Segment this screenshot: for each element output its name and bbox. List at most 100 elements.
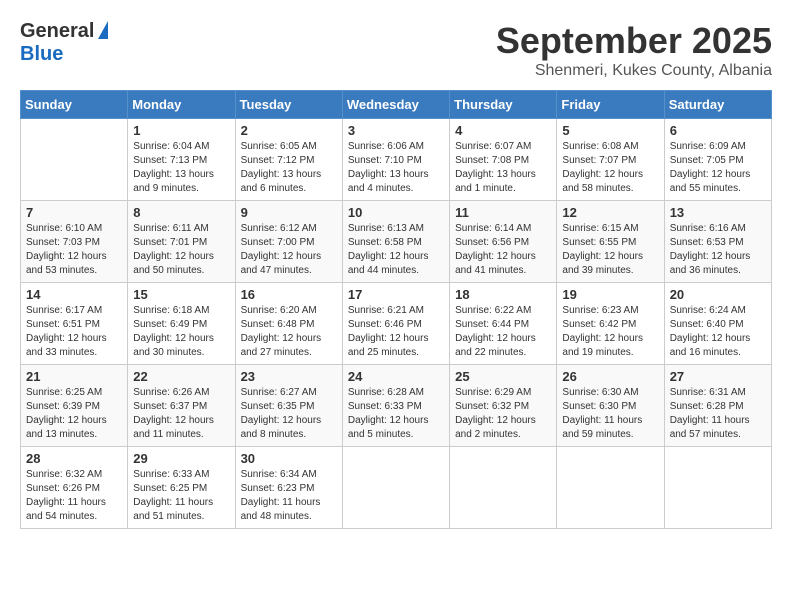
day-number: 18 [455,287,551,302]
day-info: Sunrise: 6:16 AM Sunset: 6:53 PM Dayligh… [670,222,766,278]
day-number: 13 [670,205,766,220]
day-number: 8 [133,205,229,220]
day-number: 3 [348,123,444,138]
calendar-cell: 11 Sunrise: 6:14 AM Sunset: 6:56 PM Dayli… [450,201,557,283]
calendar-cell: 15Sunrise: 6:18 AM Sunset: 6:49 PM Dayli… [128,283,235,365]
day-info: Sunrise: 6:31 AM Sunset: 6:28 PM Dayligh… [670,386,766,442]
day-info: Sunrise: 6:12 AM Sunset: 7:00 PM Dayligh… [241,222,337,278]
weekday-header-wednesday: Wednesday [342,91,449,119]
day-number: 24 [348,369,444,384]
day-number: 28 [26,451,122,466]
day-info: Sunrise: 6:25 AM Sunset: 6:39 PM Dayligh… [26,386,122,442]
day-number: 19 [562,287,658,302]
day-number: 26 [562,369,658,384]
day-number: 27 [670,369,766,384]
calendar-cell: 24 Sunrise: 6:28 AM Sunset: 6:33 PM Dayli… [342,365,449,447]
weekday-header-monday: Monday [128,91,235,119]
day-number: 20 [670,287,766,302]
calendar-week-row: 14Sunrise: 6:17 AM Sunset: 6:51 PM Dayli… [21,283,772,365]
calendar-cell: 28 Sunrise: 6:32 AM Sunset: 6:26 PM Dayli… [21,447,128,529]
calendar-table: SundayMondayTuesdayWednesdayThursdayFrid… [20,90,772,529]
day-number: 21 [26,369,122,384]
day-info: Sunrise: 6:29 AM Sunset: 6:32 PM Dayligh… [455,386,551,442]
day-number: 4 [455,123,551,138]
day-info: Sunrise: 6:30 AM Sunset: 6:30 PM Dayligh… [562,386,658,442]
day-number: 30 [241,451,337,466]
day-number: 25 [455,369,551,384]
calendar-cell: 9Sunrise: 6:12 AM Sunset: 7:00 PM Daylig… [235,201,342,283]
logo-triangle-icon [98,21,108,39]
calendar-cell: 18 Sunrise: 6:22 AM Sunset: 6:44 PM Dayli… [450,283,557,365]
calendar-cell: 10Sunrise: 6:13 AM Sunset: 6:58 PM Dayli… [342,201,449,283]
calendar-cell: 29 Sunrise: 6:33 AM Sunset: 6:25 PM Dayli… [128,447,235,529]
weekday-header-thursday: Thursday [450,91,557,119]
day-info: Sunrise: 6:28 AM Sunset: 6:33 PM Dayligh… [348,386,444,442]
day-info: Sunrise: 6:15 AM Sunset: 6:55 PM Dayligh… [562,222,658,278]
day-info: Sunrise: 6:33 AM Sunset: 6:25 PM Dayligh… [133,468,229,524]
day-number: 5 [562,123,658,138]
calendar-cell: 22 Sunrise: 6:26 AM Sunset: 6:37 PM Dayli… [128,365,235,447]
calendar-week-row: 7Sunrise: 6:10 AM Sunset: 7:03 PM Daylig… [21,201,772,283]
page-header: General Blue September 2025 Shenmeri, Ku… [20,20,772,80]
day-number: 11 [455,205,551,220]
title-area: September 2025 Shenmeri, Kukes County, A… [496,20,772,80]
day-info: Sunrise: 6:24 AM Sunset: 6:40 PM Dayligh… [670,304,766,360]
day-info: Sunrise: 6:09 AM Sunset: 7:05 PM Dayligh… [670,140,766,196]
weekday-header-sunday: Sunday [21,91,128,119]
day-info: Sunrise: 6:34 AM Sunset: 6:23 PM Dayligh… [241,468,337,524]
day-number: 29 [133,451,229,466]
day-info: Sunrise: 6:08 AM Sunset: 7:07 PM Dayligh… [562,140,658,196]
weekday-header-friday: Friday [557,91,664,119]
calendar-cell: 14Sunrise: 6:17 AM Sunset: 6:51 PM Dayli… [21,283,128,365]
calendar-cell: 1 Sunrise: 6:04 AM Sunset: 7:13 PM Daylig… [128,119,235,201]
calendar-cell [450,447,557,529]
calendar-cell: 25 Sunrise: 6:29 AM Sunset: 6:32 PM Dayli… [450,365,557,447]
location-title: Shenmeri, Kukes County, Albania [496,62,772,80]
calendar-cell: 2Sunrise: 6:05 AM Sunset: 7:12 PM Daylig… [235,119,342,201]
calendar-cell [664,447,771,529]
calendar-cell: 8 Sunrise: 6:11 AM Sunset: 7:01 PM Daylig… [128,201,235,283]
day-info: Sunrise: 6:26 AM Sunset: 6:37 PM Dayligh… [133,386,229,442]
day-info: Sunrise: 6:20 AM Sunset: 6:48 PM Dayligh… [241,304,337,360]
day-number: 22 [133,369,229,384]
day-info: Sunrise: 6:04 AM Sunset: 7:13 PM Dayligh… [133,140,229,196]
calendar-week-row: 1 Sunrise: 6:04 AM Sunset: 7:13 PM Daylig… [21,119,772,201]
day-number: 10 [348,205,444,220]
calendar-cell: 5 Sunrise: 6:08 AM Sunset: 7:07 PM Daylig… [557,119,664,201]
calendar-cell: 26 Sunrise: 6:30 AM Sunset: 6:30 PM Dayli… [557,365,664,447]
day-info: Sunrise: 6:06 AM Sunset: 7:10 PM Dayligh… [348,140,444,196]
weekday-header-tuesday: Tuesday [235,91,342,119]
day-info: Sunrise: 6:05 AM Sunset: 7:12 PM Dayligh… [241,140,337,196]
day-info: Sunrise: 6:11 AM Sunset: 7:01 PM Dayligh… [133,222,229,278]
calendar-cell [342,447,449,529]
calendar-cell: 23Sunrise: 6:27 AM Sunset: 6:35 PM Dayli… [235,365,342,447]
calendar-cell: 3 Sunrise: 6:06 AM Sunset: 7:10 PM Daylig… [342,119,449,201]
month-title: September 2025 [496,20,772,62]
calendar-cell: 30 Sunrise: 6:34 AM Sunset: 6:23 PM Dayli… [235,447,342,529]
calendar-cell: 20 Sunrise: 6:24 AM Sunset: 6:40 PM Dayli… [664,283,771,365]
day-number: 15 [133,287,229,302]
day-info: Sunrise: 6:21 AM Sunset: 6:46 PM Dayligh… [348,304,444,360]
day-info: Sunrise: 6:23 AM Sunset: 6:42 PM Dayligh… [562,304,658,360]
calendar-cell [21,119,128,201]
day-number: 1 [133,123,229,138]
logo: General Blue [20,20,108,66]
day-info: Sunrise: 6:17 AM Sunset: 6:51 PM Dayligh… [26,304,122,360]
logo-general: General [20,20,94,43]
day-number: 6 [670,123,766,138]
calendar-cell: 4 Sunrise: 6:07 AM Sunset: 7:08 PM Daylig… [450,119,557,201]
day-info: Sunrise: 6:22 AM Sunset: 6:44 PM Dayligh… [455,304,551,360]
calendar-cell: 16Sunrise: 6:20 AM Sunset: 6:48 PM Dayli… [235,283,342,365]
day-number: 17 [348,287,444,302]
day-info: Sunrise: 6:14 AM Sunset: 6:56 PM Dayligh… [455,222,551,278]
calendar-cell: 7Sunrise: 6:10 AM Sunset: 7:03 PM Daylig… [21,201,128,283]
calendar-week-row: 21 Sunrise: 6:25 AM Sunset: 6:39 PM Dayli… [21,365,772,447]
weekday-header-row: SundayMondayTuesdayWednesdayThursdayFrid… [21,91,772,119]
day-number: 12 [562,205,658,220]
day-info: Sunrise: 6:07 AM Sunset: 7:08 PM Dayligh… [455,140,551,196]
logo-blue: Blue [20,43,63,66]
calendar-cell: 12 Sunrise: 6:15 AM Sunset: 6:55 PM Dayli… [557,201,664,283]
day-info: Sunrise: 6:32 AM Sunset: 6:26 PM Dayligh… [26,468,122,524]
day-number: 7 [26,205,122,220]
calendar-cell: 6 Sunrise: 6:09 AM Sunset: 7:05 PM Daylig… [664,119,771,201]
